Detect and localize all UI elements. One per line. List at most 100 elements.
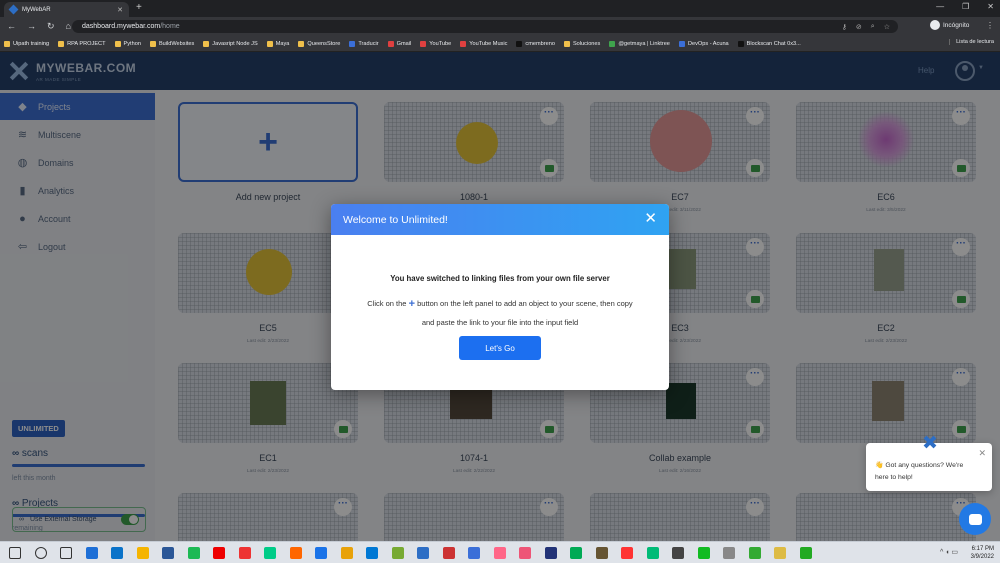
lets-go-button[interactable]: Let's Go [459,336,541,360]
taskbar-app-icon[interactable] [111,547,123,559]
taskbar-app-icon[interactable] [774,547,786,559]
browser-menu-icon[interactable]: ⋮ [986,21,994,30]
bookmark-label: Traducir [358,40,379,47]
bookmark-item[interactable]: @getmaya | Linktree [609,40,670,47]
taskbar-app-icon[interactable] [570,547,582,559]
folder-icon [114,40,121,47]
tray-icons[interactable]: ^ ◖ ▭ [940,548,958,556]
youtube-music-icon [460,40,467,47]
bookmarks-bar: Uipath training RPA PROJECT Python BuildWeb… [0,36,1000,52]
bookmark-label: Gmail [396,40,412,47]
new-tab-button[interactable]: + [136,3,142,13]
taskbar-app-icon[interactable] [672,547,684,559]
taskbar-app-icon[interactable] [493,547,506,559]
url-path: /home [160,23,180,30]
taskbar-app-icon[interactable] [391,547,404,559]
taskbar-app-icon[interactable] [136,547,149,559]
folder-icon [203,40,210,47]
modal-line-1-pre: Click on the [367,299,407,308]
bookmark-item[interactable]: Uipath training [4,40,50,47]
taskbar-app-icon[interactable] [595,547,608,559]
taskbar-app-icon[interactable] [213,547,225,559]
screen: MyWebAR ✕ + — ❐ ✕ ← → ↻ ⌂ dashboard.mywe… [0,0,1000,563]
bookmark-item[interactable]: Gmail [387,40,412,47]
url-host: dashboard.mywebar.com [82,23,161,30]
mywebar-chat-logo-icon [923,435,937,449]
zoom-icon[interactable]: ⌕ [871,23,875,31]
modal-close-icon[interactable]: ✕ [644,211,657,226]
tab-close-icon[interactable]: ✕ [117,6,123,14]
chat-close-icon[interactable]: ✕ [978,448,986,459]
forward-icon[interactable]: → [27,21,36,32]
folder-icon [149,40,156,47]
taskbar-clock[interactable]: 6:17 PM 3/9/2022 [971,545,994,561]
translate-icon [349,40,356,47]
bookmark-item[interactable]: Javasript Node JS [203,40,258,47]
maximize-icon[interactable]: ❐ [962,2,969,11]
modal-title: Welcome to Unlimited! [343,213,448,226]
incognito-icon [930,20,940,30]
back-icon[interactable]: ← [7,21,16,32]
taskbar-app-icon[interactable] [417,547,429,559]
chat-launcher-button[interactable] [959,503,991,535]
taskbar-app-icon[interactable] [315,547,327,559]
incognito-indicator[interactable]: Incógnito [930,20,969,30]
minimize-icon[interactable]: — [936,2,944,11]
taskbar-app-icon[interactable] [748,547,761,559]
address-bar[interactable]: dashboard.mywebar.com/home ⚷ ⊘ ⌕ ☆ [72,20,898,33]
taskbar-app-icon[interactable] [264,547,276,559]
eye-off-icon[interactable]: ⊘ [856,23,862,31]
taskbar-app-icon[interactable] [366,547,378,559]
taskbar-app-icon[interactable] [162,547,174,559]
bookmark-item[interactable]: DevOps - Acuna [678,40,729,47]
folder-icon [4,40,10,47]
taskbar-app-icon[interactable] [697,547,710,559]
bookmark-item[interactable]: cmembreno [516,40,555,47]
devops-icon [678,40,685,47]
chat-message: 👋 Got any questions? We're here to help! [875,462,964,481]
taskbar-app-icon[interactable] [723,547,735,559]
bookmark-item[interactable]: Python [114,40,141,47]
mywebar-favicon-icon [8,4,19,15]
close-window-icon[interactable]: ✕ [987,2,994,11]
taskbar-app-icon[interactable] [60,547,72,559]
reload-icon[interactable]: ↻ [47,21,55,32]
windows-taskbar: ^ ◖ ▭ 6:17 PM 3/9/2022 [0,541,1000,563]
taskbar-app-icon[interactable] [799,547,812,559]
taskbar-app-icon[interactable] [238,547,251,559]
taskbar-app-icon[interactable] [544,547,557,559]
taskbar-app-icon[interactable] [646,547,659,559]
taskbar-app-icon[interactable] [187,547,200,559]
plus-icon: + [408,298,416,310]
taskbar-app-icon[interactable] [289,547,302,559]
modal-line-1-post: button on the left panel to add an objec… [417,299,633,308]
welcome-modal: Welcome to Unlimited! ✕ You have switche… [331,204,669,390]
bookmark-item[interactable]: BuildWebsites [149,40,194,47]
reading-list-button[interactable]: Lista de lectura [949,39,994,45]
bookmark-item[interactable]: QueensStore [298,40,340,47]
search-icon[interactable] [34,547,47,559]
bookmark-label: Maya [275,40,290,47]
bookmark-item[interactable]: Soluciones [563,40,601,47]
taskbar-app-icon[interactable] [340,547,353,559]
taskbar-app-icon[interactable] [442,547,455,559]
linktree-icon [609,40,616,47]
taskbar-app-icon[interactable] [468,547,480,559]
bookmark-item[interactable]: YouTube Music [460,40,507,47]
bookmark-item[interactable]: Blockscan Chat 0x3... [737,40,801,47]
taskbar-app-icon[interactable] [85,547,98,559]
bookmark-label: Uipath training [13,40,50,47]
bookmark-item[interactable]: RPA PROJECT [58,40,106,47]
bookmark-item[interactable]: Traducir [349,40,379,47]
home-icon[interactable]: ⌂ [66,21,71,32]
folder-icon [266,40,273,47]
bookmark-item[interactable]: YouTube [420,40,451,47]
bookmark-star-icon[interactable]: ☆ [884,23,890,31]
taskbar-app-icon[interactable] [621,547,633,559]
browser-tab[interactable]: MyWebAR ✕ [4,2,129,17]
key-icon[interactable]: ⚷ [842,23,847,31]
bookmark-label: Soluciones [572,40,601,47]
taskbar-app-icon[interactable] [519,547,531,559]
bookmark-item[interactable]: Maya [266,40,290,47]
windows-start-icon[interactable] [9,547,21,559]
